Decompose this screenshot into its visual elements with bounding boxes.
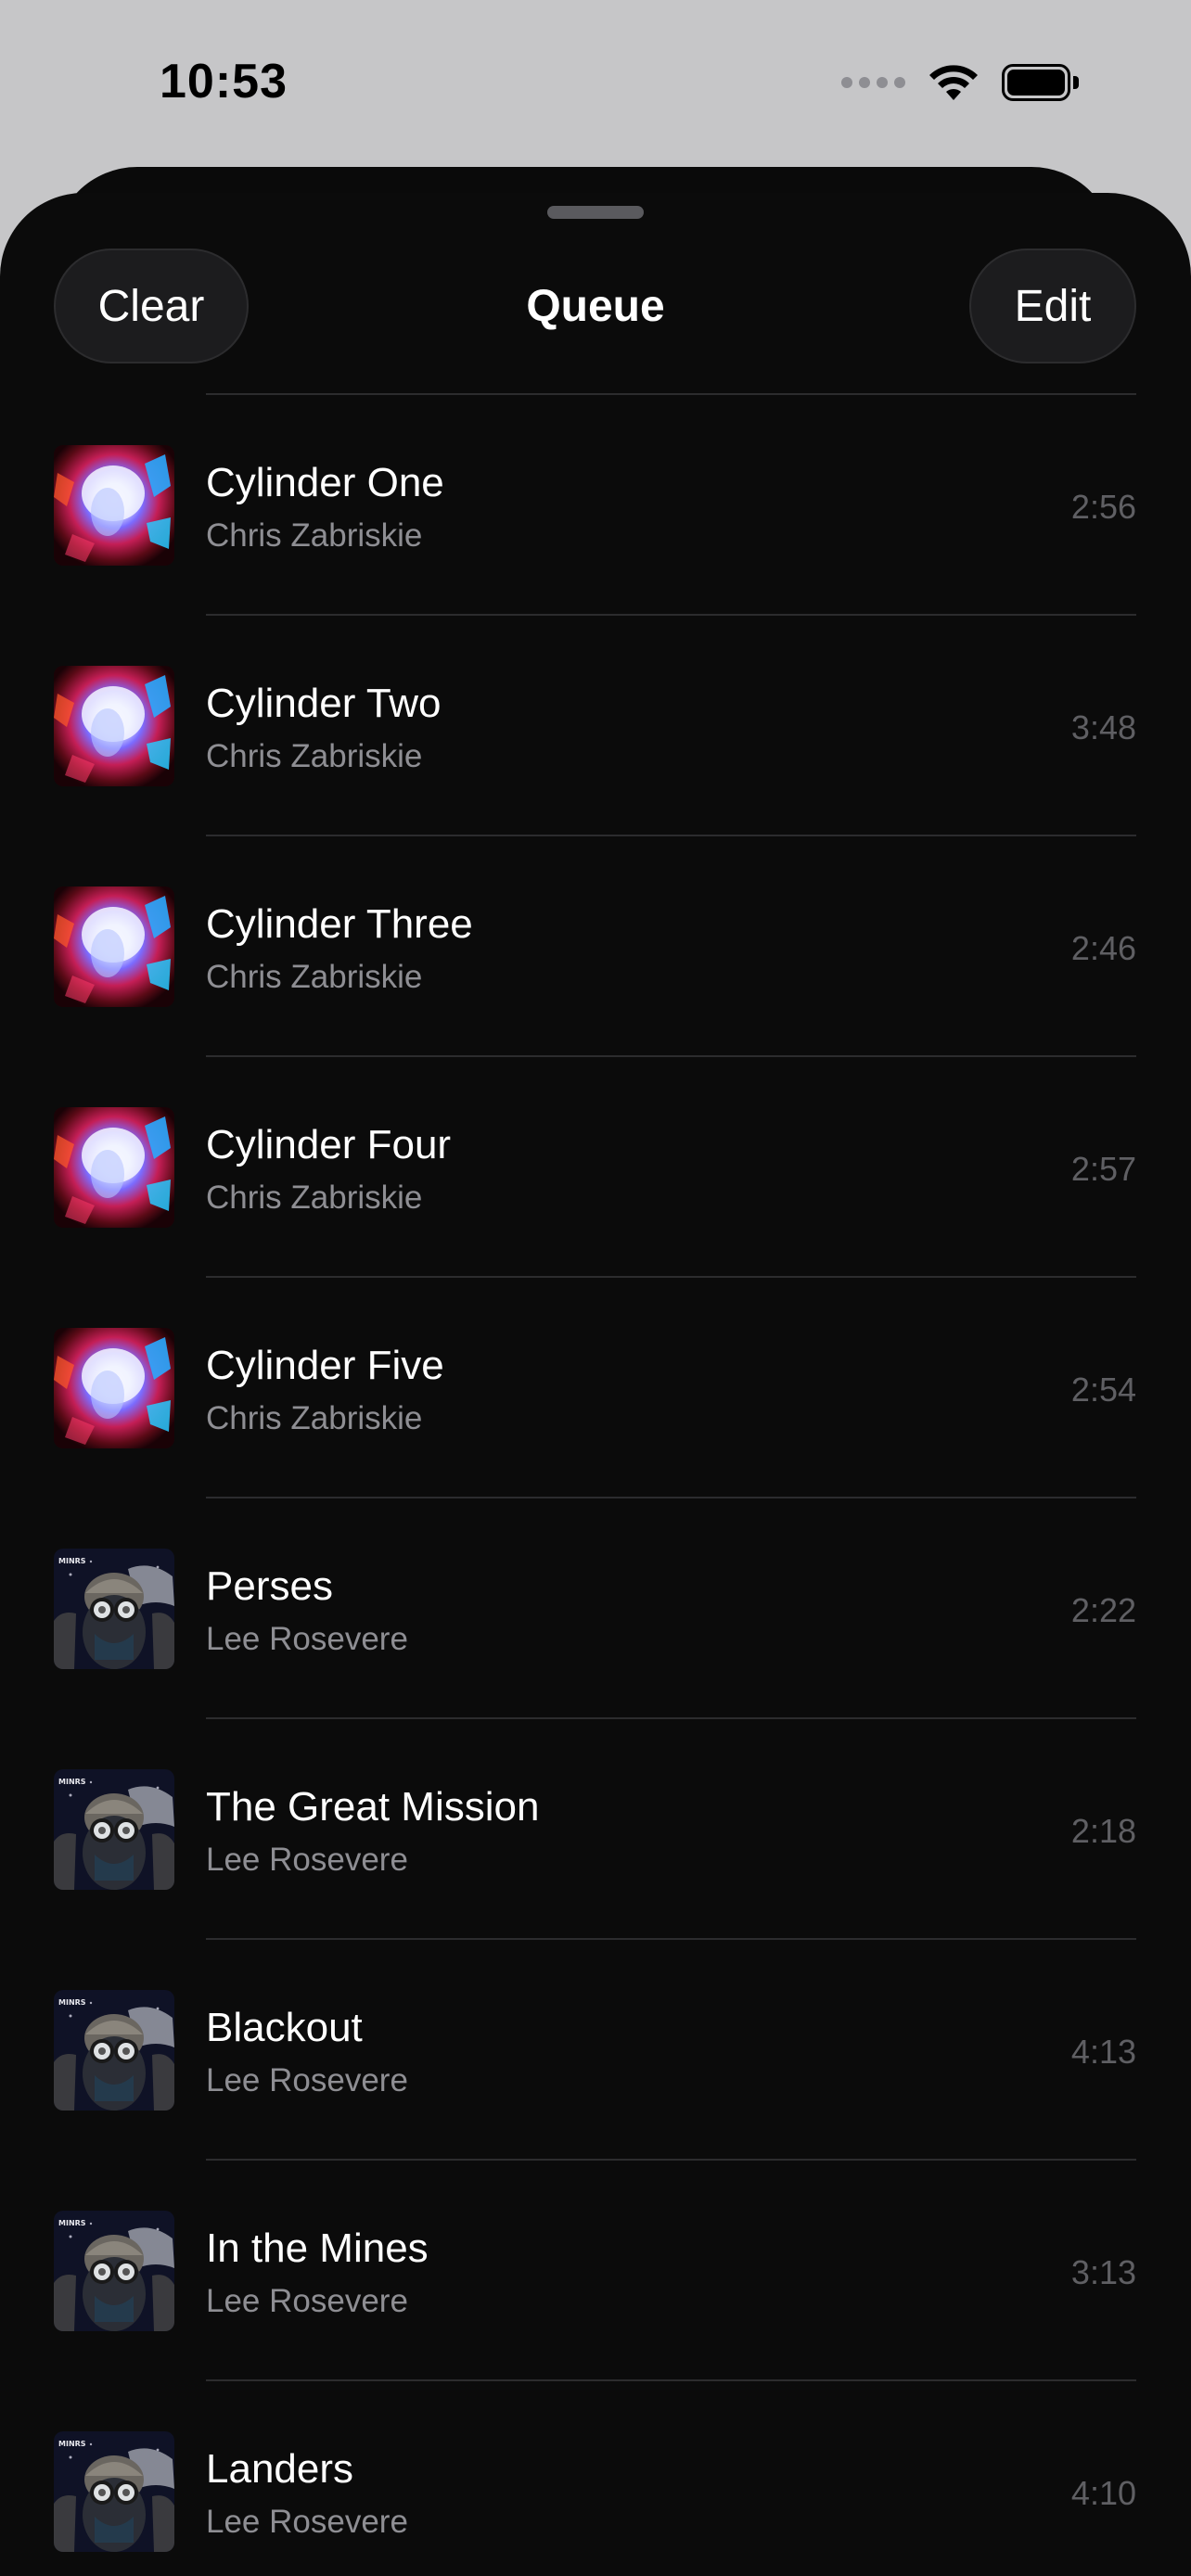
sheet-grabber[interactable]	[547, 206, 644, 219]
track-artist: Chris Zabriskie	[206, 738, 423, 774]
queue-sheet: Clear Queue Edit Cylinder One Chris Zabr…	[0, 193, 1191, 2576]
queue-row-5[interactable]: Cylinder Five Chris Zabriskie 2:54	[0, 1278, 1191, 1498]
track-artist: Chris Zabriskie	[206, 959, 423, 995]
track-title: Cylinder One	[206, 460, 444, 505]
track-duration: 3:48	[1070, 708, 1136, 746]
svg-text:MINRS: MINRS	[58, 1998, 86, 2007]
wifi-icon	[929, 65, 978, 100]
status-icons	[841, 63, 1080, 102]
svg-text:MINRS: MINRS	[58, 1778, 86, 1786]
track-artist: Chris Zabriskie	[206, 517, 423, 554]
track-duration: 2:18	[1070, 1812, 1136, 1850]
track-artist: Lee Rosevere	[206, 1842, 408, 1878]
track-duration: 3:13	[1070, 2253, 1136, 2291]
album-artwork-robot-helmet: MINRS	[54, 1549, 174, 1669]
status-bar: 10:53	[0, 0, 1191, 167]
signal-dots-icon	[841, 77, 905, 88]
queue-row-1[interactable]: Cylinder One Chris Zabriskie 2:56	[0, 395, 1191, 616]
album-artwork-robot-helmet: MINRS	[54, 2211, 174, 2331]
queue-row-8[interactable]: MINRS Blackout Lee Rosevere 4:13	[0, 1940, 1191, 2161]
track-duration: 2:56	[1070, 488, 1136, 526]
album-artwork-cosmic-nebula	[54, 1107, 174, 1228]
queue-row-2[interactable]: Cylinder Two Chris Zabriskie 3:48	[0, 616, 1191, 836]
track-duration: 4:10	[1070, 2474, 1136, 2512]
svg-text:MINRS: MINRS	[58, 1557, 86, 1565]
album-artwork-cosmic-nebula	[54, 445, 174, 566]
track-title: Landers	[206, 2446, 354, 2492]
track-artist: Chris Zabriskie	[206, 1180, 423, 1216]
track-title: Cylinder Three	[206, 901, 473, 947]
queue-row-4[interactable]: Cylinder Four Chris Zabriskie 2:57	[0, 1057, 1191, 1278]
svg-text:MINRS: MINRS	[58, 2440, 86, 2448]
status-time: 10:53	[160, 55, 288, 108]
album-artwork-cosmic-nebula	[54, 666, 174, 786]
queue-row-6[interactable]: MINRS Perses Lee Rosevere 2:22	[0, 1498, 1191, 1719]
queue-row-3[interactable]: Cylinder Three Chris Zabriskie 2:46	[0, 836, 1191, 1057]
track-duration: 2:46	[1070, 929, 1136, 967]
track-title: Cylinder Four	[206, 1122, 452, 1167]
album-artwork-cosmic-nebula	[54, 886, 174, 1007]
queue-row-10[interactable]: MINRS Landers Lee Rosevere 4:10	[0, 2381, 1191, 2576]
track-duration: 4:13	[1070, 2033, 1136, 2071]
battery-icon	[1002, 64, 1080, 101]
track-title: Cylinder Five	[206, 1343, 444, 1388]
album-artwork-robot-helmet: MINRS	[54, 2431, 174, 2552]
track-title: The Great Mission	[206, 1784, 540, 1830]
svg-text:MINRS: MINRS	[58, 2219, 86, 2227]
track-artist: Lee Rosevere	[206, 2504, 408, 2540]
edit-button[interactable]: Edit	[969, 249, 1136, 363]
track-title: In the Mines	[206, 2225, 429, 2271]
track-title: Perses	[206, 1563, 333, 1609]
album-artwork-robot-helmet: MINRS	[54, 1990, 174, 2111]
track-duration: 2:54	[1070, 1371, 1136, 1409]
album-artwork-cosmic-nebula	[54, 1328, 174, 1448]
track-artist: Chris Zabriskie	[206, 1400, 423, 1436]
track-title: Cylinder Two	[206, 681, 442, 726]
queue-list: Cylinder One Chris Zabriskie 2:56 Cylind…	[0, 395, 1191, 2576]
track-artist: Lee Rosevere	[206, 2283, 408, 2319]
queue-row-9[interactable]: MINRS In the Mines Lee Rosevere 3:13	[0, 2161, 1191, 2381]
queue-row-7[interactable]: MINRS The Great Mission Lee Rosevere 2:1…	[0, 1719, 1191, 1940]
track-title: Blackout	[206, 2005, 363, 2050]
track-duration: 2:22	[1070, 1591, 1136, 1629]
track-duration: 2:57	[1070, 1150, 1136, 1188]
track-artist: Lee Rosevere	[206, 1621, 408, 1657]
track-artist: Lee Rosevere	[206, 2062, 408, 2098]
album-artwork-robot-helmet: MINRS	[54, 1769, 174, 1890]
